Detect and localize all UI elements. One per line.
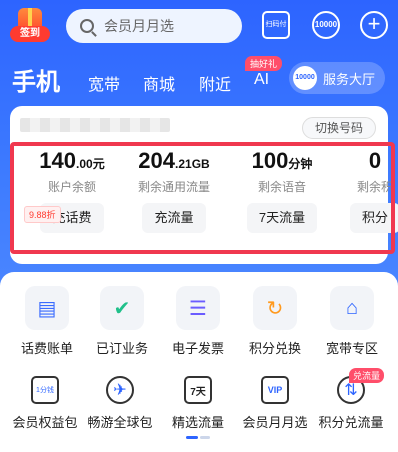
service-hall-label: 服务大厅: [323, 71, 376, 87]
ai-badge: 抽好礼: [245, 56, 283, 71]
service-points-to-data[interactable]: 兑流量 ⇅ 积分兑流量: [316, 368, 386, 431]
router-icon: ⌂: [330, 286, 374, 330]
subscriptions-icon: ✔: [100, 286, 144, 330]
search-bar[interactable]: 会员月月选: [66, 9, 242, 43]
vip-icon: VIP: [261, 376, 289, 404]
service-einvoice[interactable]: ☰ 电子发票: [163, 286, 233, 357]
service-subscriptions[interactable]: ✔ 已订业务: [87, 286, 157, 357]
service-member-pack[interactable]: 1分钱 会员权益包: [10, 376, 80, 431]
tab-nearby[interactable]: 附近: [199, 71, 231, 95]
main-nav: 手机 宽带 商城 附近 AI 抽好礼 10000 服务大厅: [0, 56, 398, 98]
highlight-box: [10, 142, 395, 254]
switch-number-button[interactable]: 切换号码: [302, 117, 376, 139]
service-hall-icon: 10000: [293, 66, 317, 90]
tab-ai[interactable]: AI: [254, 71, 269, 89]
service-points-exchange[interactable]: ↻ 积分兑换: [240, 286, 310, 357]
scan-pay-icon[interactable]: 扫码付: [262, 11, 290, 39]
service-global-roaming[interactable]: ✈ 畅游全球包: [85, 376, 155, 431]
service-member-monthly[interactable]: VIP 会员月月选: [240, 376, 310, 431]
tab-mall[interactable]: 商城: [143, 71, 175, 95]
plus-icon[interactable]: +: [360, 11, 388, 39]
points-exchange-icon: ↻: [253, 286, 297, 330]
tab-broadband[interactable]: 宽带: [88, 71, 120, 95]
globe-icon: ✈: [106, 376, 134, 404]
invoice-icon: ☰: [176, 286, 220, 330]
bill-icon: ▤: [25, 286, 69, 330]
page-dot-active: [186, 436, 198, 439]
signin-button[interactable]: 签到: [10, 8, 50, 44]
member-pack-icon: 1分钱: [31, 376, 59, 404]
page-dot: [200, 436, 210, 439]
page-indicator: [186, 436, 212, 439]
points-data-badge: 兑流量: [348, 368, 384, 383]
signin-label: 签到: [10, 26, 50, 42]
service-bill[interactable]: ▤ 话费账单: [12, 286, 82, 357]
search-placeholder: 会员月月选: [104, 18, 174, 34]
seven-day-icon: 7天: [184, 376, 212, 404]
masked-phone-number: [20, 118, 170, 132]
tab-mobile[interactable]: 手机: [12, 62, 60, 97]
service-selected-data[interactable]: 7天 精选流量: [163, 376, 233, 431]
top-bar: 签到 会员月月选 扫码付 10000 +: [0, 0, 398, 52]
service-hall-button[interactable]: 10000 服务大厅: [289, 62, 385, 94]
service-broadband[interactable]: ⌂ 宽带专区: [317, 286, 387, 357]
search-icon: [80, 19, 94, 33]
hotline-10000-icon[interactable]: 10000: [312, 11, 340, 39]
